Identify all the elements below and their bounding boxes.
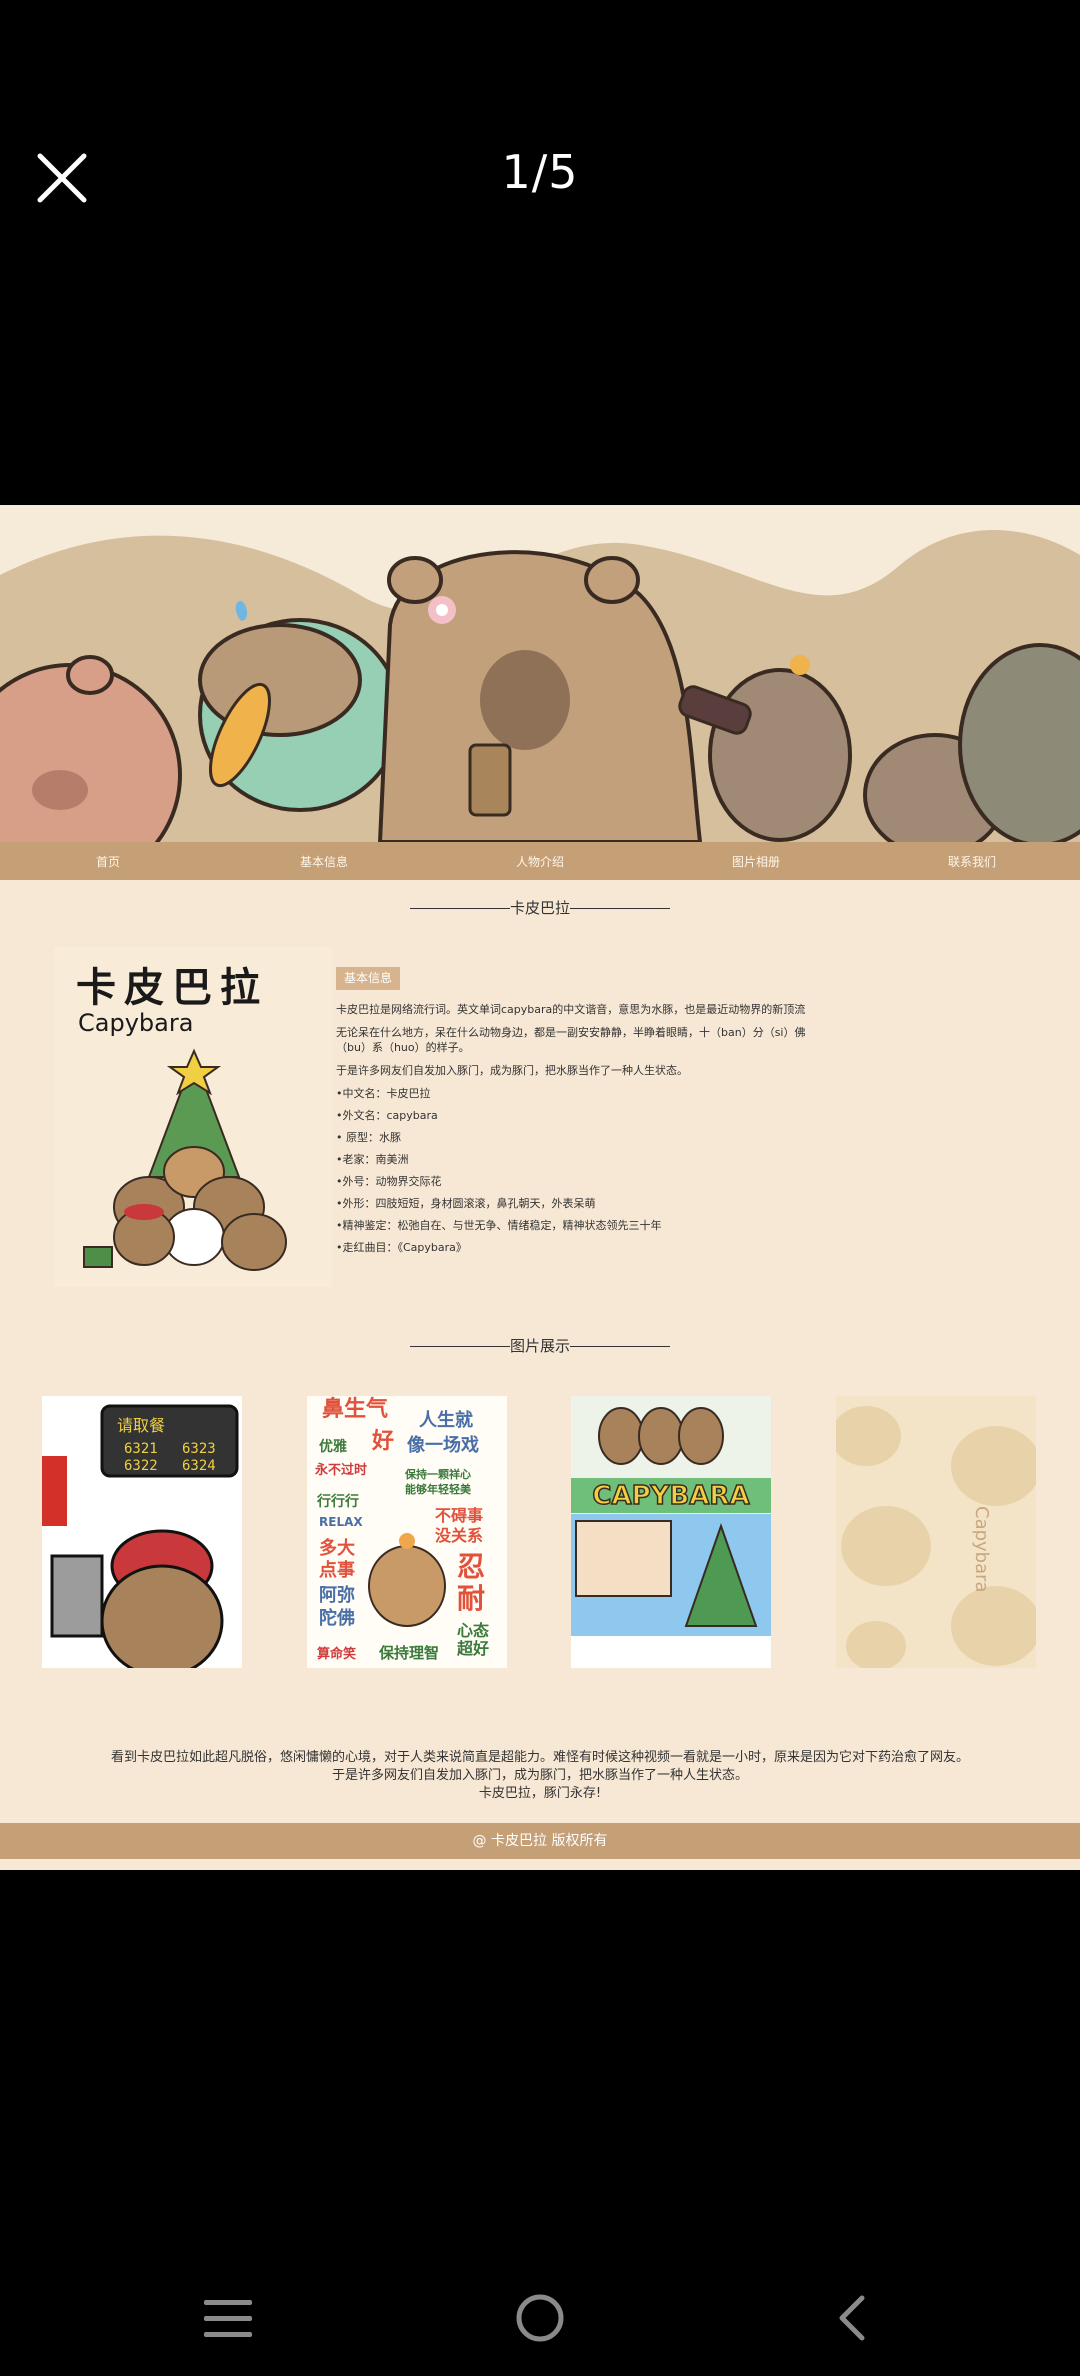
back-icon[interactable]: [810, 2290, 890, 2350]
fact-item: •精神鉴定：松弛自在、与世无争、情绪稳定，精神状态领先三十年: [336, 1219, 662, 1232]
sign-number: 6323: [182, 1441, 216, 1457]
divider: [409, 1346, 510, 1347]
info-paragraph: 于是许多网友们自发加入豚门，成为豚门，把水豚当作了一种人生状态。: [336, 1064, 688, 1077]
sticker-word: 好: [371, 1428, 394, 1454]
sticker-word: 永不过时: [314, 1462, 367, 1478]
home-icon[interactable]: [500, 2290, 580, 2350]
web-page-screenshot: 首页 基本信息 人物介绍 图片相册 联系我们 卡皮巴拉 卡皮巴拉 Capybar…: [0, 505, 1080, 1870]
sticker-word: 忍: [457, 1550, 485, 1583]
sticker-word: 心态: [457, 1621, 489, 1640]
divider: [409, 908, 510, 909]
fact-item: • 原型：水豚: [336, 1131, 401, 1144]
sticker-word: 不碍事: [435, 1506, 483, 1525]
sticker-word: RELAX: [319, 1515, 363, 1529]
capybara-card-image: 卡皮巴拉 Capybara: [54, 947, 332, 1287]
sign-title: 请取餐: [117, 1416, 165, 1435]
fact-item: •外形：四肢短短，身材圆滚滚，鼻孔朝天，外表呆萌: [336, 1197, 596, 1210]
divider: [570, 908, 670, 909]
gallery-image-4[interactable]: Capybara: [836, 1396, 1036, 1668]
image-viewer-header: 1/5: [0, 0, 1080, 505]
sticker-word: 保持一颗祥心: [404, 1467, 471, 1481]
basic-info-block: 基本信息 卡皮巴拉是网络流行词。英文单词capybara的中文谐音，意思为水豚，…: [336, 967, 806, 1262]
sticker-word: 多大: [319, 1537, 355, 1559]
sticker-word: 像一场戏: [407, 1435, 479, 1456]
basic-info-tag: 基本信息: [336, 967, 401, 990]
footer-line: 看到卡皮巴拉如此超凡脱俗，悠闲慵懒的心境，对于人类来说简直是超能力。难怪有时候这…: [110, 1750, 969, 1765]
divider: [570, 1346, 670, 1347]
sticker-word: 能够年轻轻美: [405, 1482, 472, 1496]
intro-section-title: 卡皮巴拉: [0, 897, 1080, 918]
sticker-word: 耐: [457, 1582, 485, 1615]
nav-item-home[interactable]: 首页: [0, 853, 216, 870]
nav-item-contact[interactable]: 联系我们: [864, 853, 1080, 870]
banner-illustration: [0, 505, 1080, 842]
nav-item-album[interactable]: 图片相册: [648, 853, 864, 870]
site-navbar: 首页 基本信息 人物介绍 图片相册 联系我们: [0, 842, 1080, 880]
gallery-section-title: 图片展示: [0, 1335, 1080, 1356]
sticker-word: 优雅: [319, 1438, 347, 1455]
sign-number: 6321: [124, 1441, 158, 1457]
fact-item: •走红曲目：《Capybara》: [336, 1241, 467, 1254]
sign-number: 6324: [182, 1458, 216, 1474]
sticker-word: 阿弥: [319, 1584, 355, 1606]
sticker-word: 算命笑: [317, 1646, 356, 1662]
sticker-word: 鼻生气: [322, 1396, 388, 1422]
info-paragraph: 无论呆在什么地方，呆在什么动物身边，都是一副安安静静，半睁着眼睛，十（ban）分…: [336, 1026, 806, 1054]
system-nav-bar: [0, 2270, 1080, 2376]
info-paragraph: 卡皮巴拉是网络流行词。英文单词capybara的中文谐音，意思为水豚，也是最近动…: [336, 1003, 806, 1016]
sticker-word: Capybara: [971, 1506, 992, 1593]
gallery-image-3[interactable]: CAPYBARA: [571, 1396, 771, 1668]
menu-icon[interactable]: [188, 2290, 268, 2350]
sticker-word: 保持理智: [378, 1644, 439, 1662]
fact-item: •外号：动物界交际花: [336, 1175, 442, 1188]
sign-number: 6322: [124, 1458, 158, 1474]
sticker-word: 陀佛: [319, 1607, 355, 1629]
gallery-image-1[interactable]: 请取餐 6321 6323 6322 6324: [42, 1396, 242, 1668]
sticker-word: CAPYBARA: [592, 1481, 749, 1511]
copyright-bar: @ 卡皮巴拉 版权所有: [0, 1823, 1080, 1859]
fact-item: •外文名：capybara: [336, 1109, 438, 1122]
sticker-word: 人生就: [419, 1409, 473, 1431]
sticker-word: 没关系: [435, 1526, 483, 1545]
nav-item-basic-info[interactable]: 基本信息: [216, 853, 432, 870]
footer-text: 看到卡皮巴拉如此超凡脱俗，悠闲慵懒的心境，对于人类来说简直是超能力。难怪有时候这…: [0, 1749, 1080, 1803]
image-counter: 1/5: [501, 145, 579, 199]
sticker-word: 点事: [319, 1559, 355, 1581]
fact-item: •老家：南美洲: [336, 1153, 409, 1166]
sticker-word: 行行行: [316, 1493, 359, 1510]
fact-item: •中文名：卡皮巴拉: [336, 1087, 431, 1100]
nav-item-character-intro[interactable]: 人物介绍: [432, 853, 648, 870]
footer-line: 于是许多网友们自发加入豚门，成为豚门，把水豚当作了一种人生状态。: [331, 1768, 748, 1783]
gallery-image-2[interactable]: 鼻生气 人生就 优雅 好 像一场戏 永不过时 保持一颗祥心 能够年轻轻美 行行行…: [307, 1396, 507, 1668]
footer-line: 卡皮巴拉，豚门永存!: [478, 1786, 602, 1801]
sticker-word: 超好: [456, 1639, 489, 1658]
